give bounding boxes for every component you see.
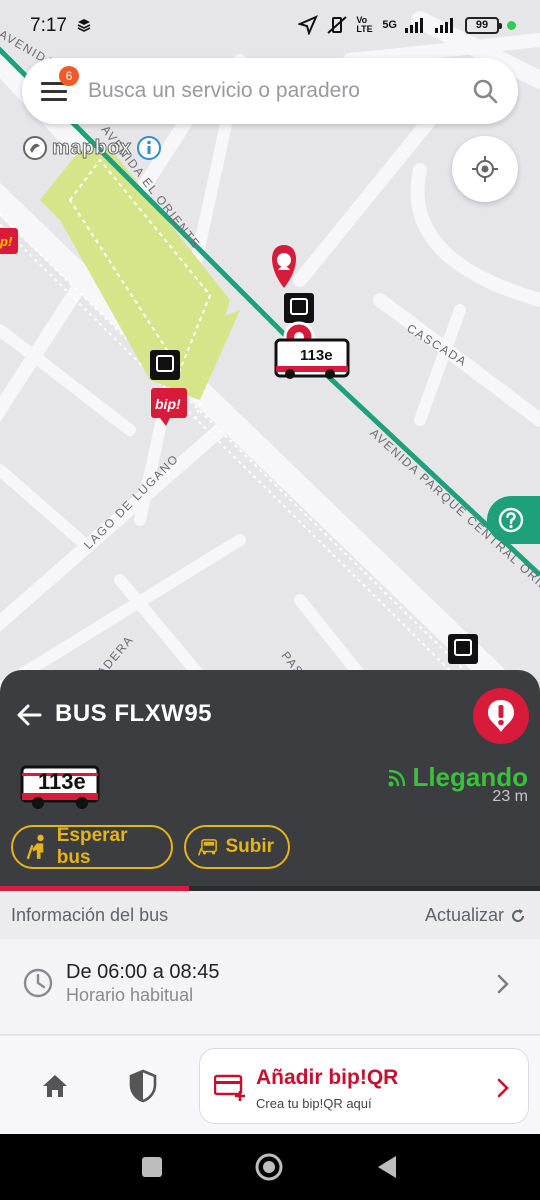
home-icon[interactable] — [40, 1072, 70, 1100]
search-input[interactable] — [88, 79, 452, 103]
back-triangle-icon[interactable] — [378, 1156, 396, 1178]
bus-stop-marker-icon — [150, 350, 180, 380]
distance-label: 23 m — [492, 788, 528, 805]
bus-detail-panel: BUS FLXW95 113e Llegando 23 m Esperar bu… — [0, 670, 540, 891]
status-bar: 7:17 Vo LTE 5G 99 — [0, 0, 540, 54]
live-signal-icon — [388, 769, 406, 786]
network-label: 5G — [382, 19, 397, 31]
alert-exclamation-icon — [488, 700, 514, 732]
layers-icon — [77, 19, 91, 32]
chevron-right-icon — [497, 1078, 509, 1098]
bottom-navigation: Añadir bip!QR Crea tu bip!QR aquí — [0, 1036, 540, 1134]
bus-info-header: Información del bus Actualizar — [0, 891, 540, 939]
add-bip-subtitle: Crea tu bip!QR aquí — [256, 1096, 372, 1111]
bus-stop-marker-icon — [448, 634, 478, 664]
back-arrow-icon[interactable] — [14, 700, 44, 730]
refresh-label: Actualizar — [424, 905, 504, 925]
home-circle-icon[interactable] — [255, 1153, 283, 1181]
navigation-arrow-icon — [298, 15, 319, 35]
shield-icon[interactable] — [128, 1069, 158, 1103]
recent-apps-icon[interactable] — [142, 1157, 162, 1177]
privacy-indicator-dot — [507, 20, 516, 30]
board-bus-button[interactable]: Subir — [184, 825, 290, 869]
bus-info-label: Información del bus — [11, 905, 169, 925]
add-bip-qr-button[interactable]: Añadir bip!QR Crea tu bip!QR aquí — [199, 1048, 529, 1124]
schedule-hours: De 06:00 a 08:45 — [66, 961, 220, 983]
bip-marker-label: bip! — [155, 396, 181, 412]
volte-label: Vo LTE — [356, 15, 373, 34]
board-bus-label: Subir — [225, 836, 274, 857]
status-icons: Vo LTE 5G 99 — [298, 15, 516, 35]
card-add-icon — [214, 1074, 245, 1101]
bip-marker-label-small: p! — [0, 234, 13, 249]
bus-marker-label: 113e — [300, 347, 333, 364]
battery-icon: 99 — [465, 16, 502, 34]
route-bus-badge: 113e — [20, 765, 100, 816]
signal-strength-icon — [405, 18, 423, 33]
schedule-row[interactable]: De 06:00 a 08:45 Horario habitual — [0, 939, 540, 1035]
user-location-pin-icon — [272, 245, 296, 288]
signal-strength-icon — [435, 18, 453, 33]
wait-bus-button[interactable]: Esperar bus — [11, 825, 173, 869]
search-icon — [473, 79, 498, 104]
report-alert-button[interactable] — [473, 688, 529, 744]
chevron-right-icon — [497, 974, 509, 994]
bus-title: BUS FLXW95 — [55, 700, 213, 727]
schedule-type: Horario habitual — [66, 985, 194, 1005]
refresh-icon — [512, 908, 524, 922]
status-time: 7:17 — [30, 15, 67, 36]
info-icon[interactable] — [136, 135, 162, 161]
notification-badge: 6 — [59, 66, 79, 86]
add-bip-title: Añadir bip!QR — [256, 1066, 399, 1089]
help-button[interactable] — [487, 496, 540, 544]
route-label: 113e — [38, 769, 86, 794]
board-bus-icon — [198, 839, 217, 856]
wait-bus-label: Esperar bus — [56, 825, 128, 868]
mapbox-logo-icon — [23, 136, 47, 160]
search-button[interactable] — [452, 58, 518, 124]
vibrate-off-icon — [327, 16, 347, 34]
menu-button[interactable]: 6 — [22, 58, 88, 124]
mapbox-attribution: mapbox — [22, 135, 162, 161]
question-mark-icon — [498, 507, 524, 533]
crosshair-location-icon — [472, 156, 498, 182]
locate-me-button[interactable] — [452, 136, 518, 202]
system-navigation-bar — [0, 1134, 540, 1200]
waiting-person-icon — [26, 834, 44, 860]
search-bar[interactable]: 6 — [22, 58, 518, 124]
refresh-button[interactable]: Actualizar — [425, 905, 526, 926]
clock-icon — [23, 968, 53, 998]
mapbox-logo-text: mapbox — [52, 136, 132, 159]
